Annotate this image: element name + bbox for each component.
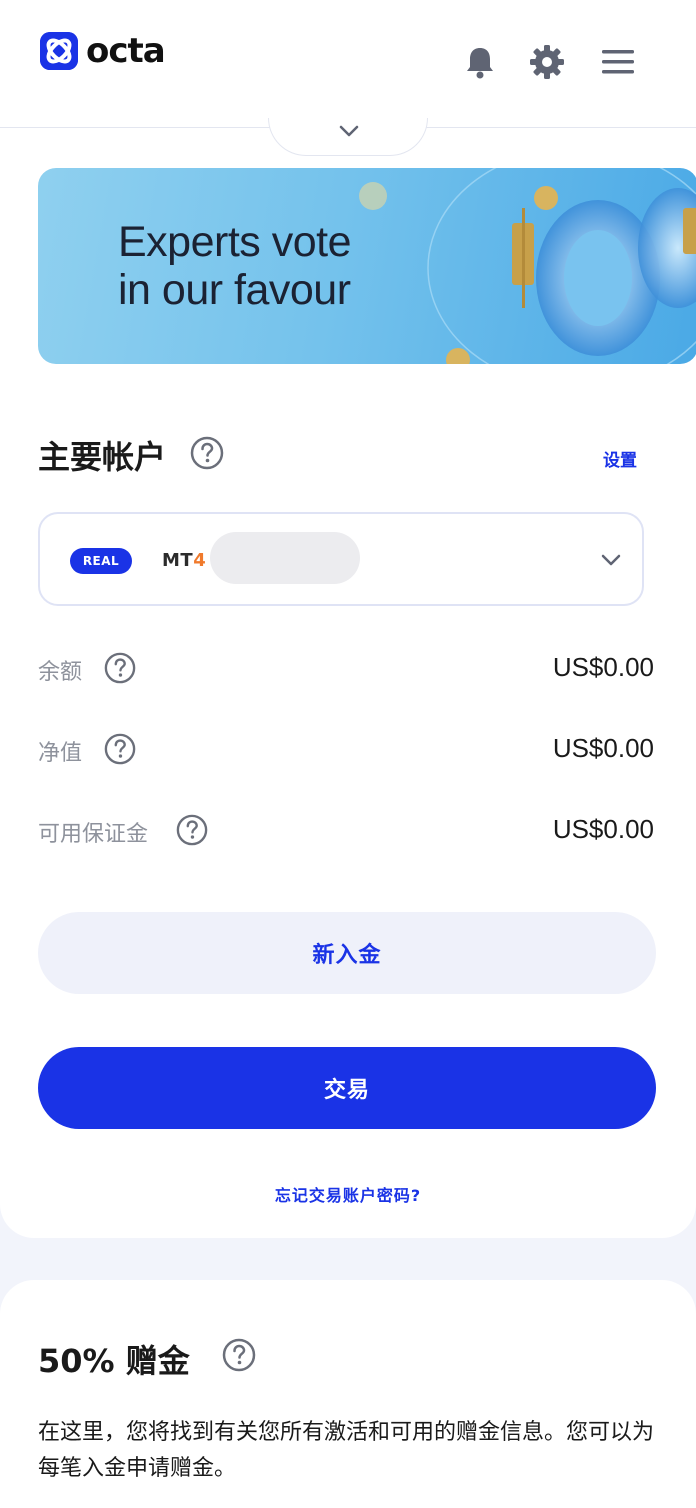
account-selector[interactable]: REAL MT4 <box>38 512 644 606</box>
balance-value: US$0.00 <box>552 652 654 682</box>
chevron-down-icon <box>600 552 622 571</box>
bell-icon[interactable] <box>460 42 500 82</box>
account-title: 主要帐户 <box>38 438 167 476</box>
gear-icon[interactable] <box>527 42 567 82</box>
platform-number: 4 <box>193 550 207 571</box>
free-margin-value: US$0.00 <box>552 814 654 844</box>
platform-label: MT4 <box>162 550 206 571</box>
real-badge: REAL <box>70 548 132 574</box>
bonus-description: 在这里，您将找到有关您所有激活和可用的赠金信息。您可以为每笔入金申请赠金。 <box>38 1420 655 1481</box>
banner-line-1: Experts vote <box>118 218 352 266</box>
help-icon[interactable] <box>190 436 224 474</box>
banner-headline: Experts vote in our favour <box>118 218 438 314</box>
octa-logo-mark-icon <box>40 32 78 70</box>
equity-label: 净值 <box>38 741 83 766</box>
equity-value: US$0.00 <box>552 733 654 763</box>
help-icon[interactable] <box>104 733 136 769</box>
menu-icon[interactable] <box>598 42 638 82</box>
banner-line-2: in our favour <box>118 266 351 314</box>
help-icon[interactable] <box>222 1338 256 1376</box>
balance-label: 余额 <box>38 660 83 685</box>
account-number-redacted <box>210 532 360 584</box>
bonus-title: 50% 赠金 <box>38 1342 190 1380</box>
trade-button[interactable]: 交易 <box>38 1047 656 1129</box>
octa-logo[interactable]: octa <box>40 31 166 71</box>
free-margin-label: 可用保证金 <box>38 822 149 847</box>
help-icon[interactable] <box>104 652 136 688</box>
app-header: octa <box>0 0 696 128</box>
expand-header-tab[interactable] <box>268 118 428 156</box>
forgot-password-link[interactable]: 忘记交易账户密码? <box>0 1182 696 1206</box>
account-settings-link[interactable]: 设置 <box>603 446 637 471</box>
promo-banner[interactable]: Experts vote in our favour <box>38 168 696 364</box>
chevron-down-icon <box>339 125 359 137</box>
deposit-button[interactable]: 新入金 <box>38 912 656 994</box>
help-icon[interactable] <box>176 814 208 850</box>
brand-name: octa <box>86 31 166 71</box>
platform-prefix: MT <box>162 550 194 571</box>
